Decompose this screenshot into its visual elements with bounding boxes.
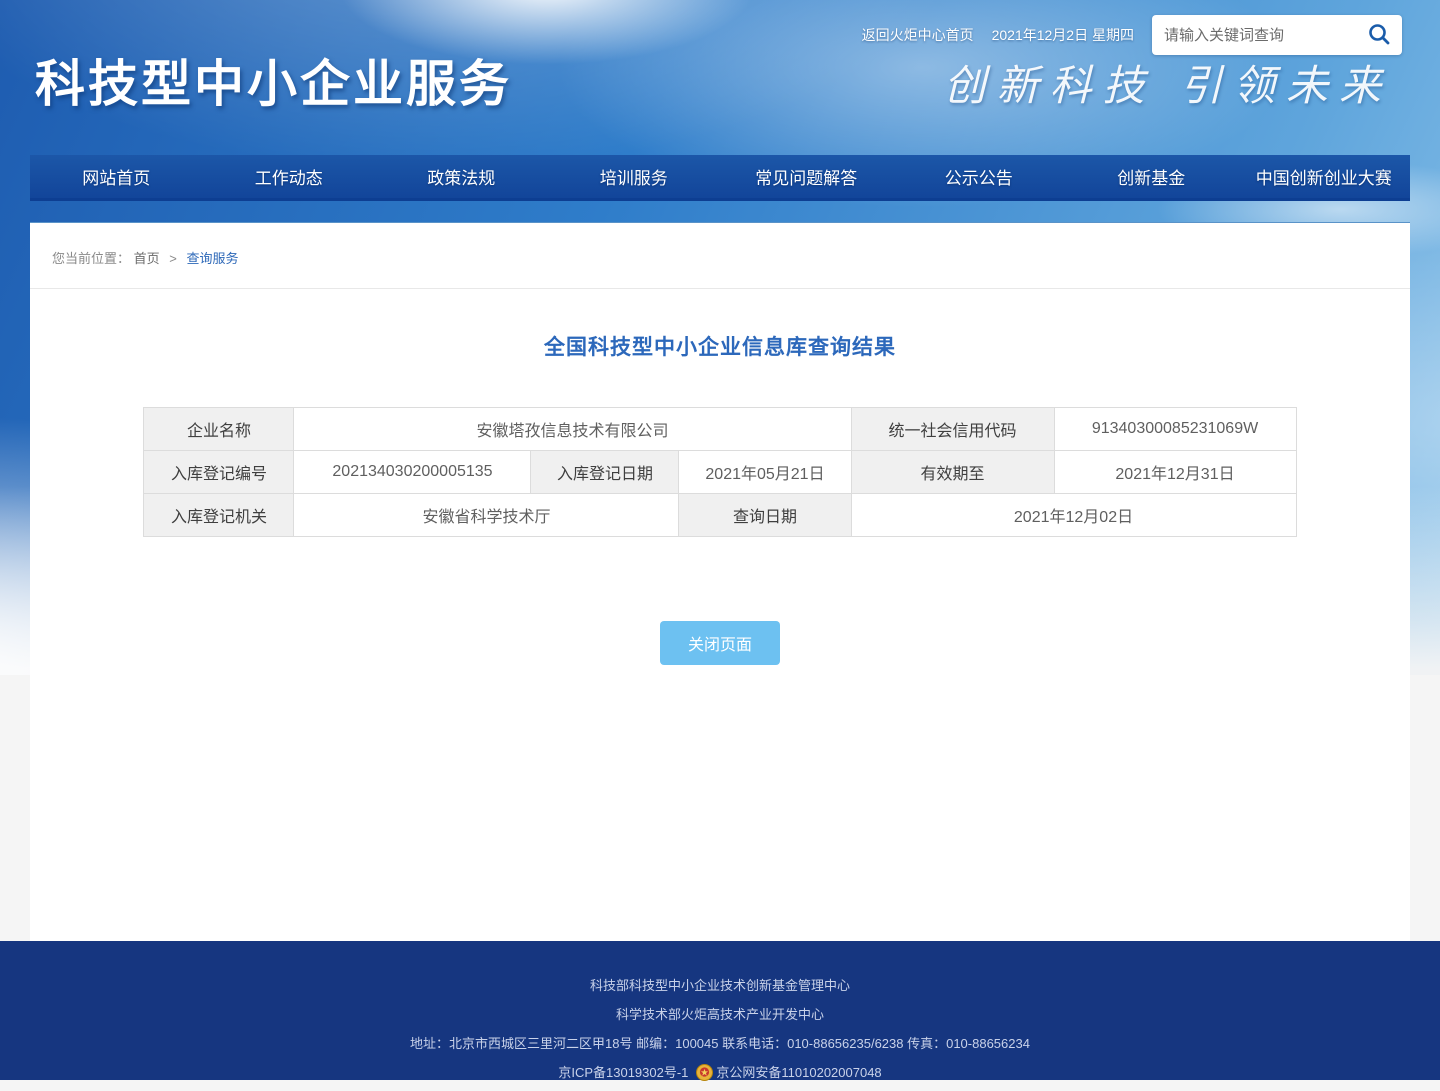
credit-code-label: 统一社会信用代码 xyxy=(851,408,1054,451)
nav-item-competition[interactable]: 中国创新创业大赛 xyxy=(1238,155,1411,198)
reg-number-label: 入库登记编号 xyxy=(144,451,294,494)
reg-date-value: 2021年05月21日 xyxy=(679,451,851,494)
search-box xyxy=(1152,15,1402,55)
table-row: 入库登记编号 202134030200005135 入库登记日期 2021年05… xyxy=(144,451,1296,494)
credit-code-value: 91340300085231069W xyxy=(1054,408,1296,451)
nav-item-home[interactable]: 网站首页 xyxy=(30,155,203,198)
top-bar: 返回火炬中心首页 2021年12月2日 星期四 xyxy=(862,14,1402,56)
reg-number-value: 202134030200005135 xyxy=(294,451,531,494)
reg-authority-label: 入库登记机关 xyxy=(144,494,294,537)
current-date: 2021年12月2日 星期四 xyxy=(992,25,1134,45)
footer-org-line2: 科学技术部火炬高技术产业开发中心 xyxy=(0,1000,1440,1029)
footer-contact-line: 地址：北京市西城区三里河二区甲18号 邮编：100045 联系电话：010-88… xyxy=(0,1029,1440,1058)
query-date-value: 2021年12月02日 xyxy=(851,494,1296,537)
valid-until-label: 有效期至 xyxy=(851,451,1054,494)
valid-until-value: 2021年12月31日 xyxy=(1054,451,1296,494)
police-record-link[interactable]: 京公网安备11010202007048 xyxy=(716,1065,881,1080)
content-panel: 您当前位置： 首页 > 查询服务 全国科技型中小企业信息库查询结果 企业名称 安… xyxy=(30,222,1410,941)
breadcrumb: 您当前位置： 首页 > 查询服务 xyxy=(30,223,1410,289)
reg-authority-value: 安徽省科学技术厅 xyxy=(294,494,679,537)
reg-date-label: 入库登记日期 xyxy=(531,451,679,494)
nav-item-innovation-fund[interactable]: 创新基金 xyxy=(1065,155,1238,198)
breadcrumb-home-link[interactable]: 首页 xyxy=(134,251,160,266)
nav-item-policies[interactable]: 政策法规 xyxy=(375,155,548,198)
close-page-button[interactable]: 关闭页面 xyxy=(660,621,780,665)
nav-item-training[interactable]: 培训服务 xyxy=(548,155,721,198)
icp-record-link[interactable]: 京ICP备13019302号-1 xyxy=(558,1065,688,1080)
breadcrumb-separator: > xyxy=(169,251,177,266)
site-logo: 科技型中小企业服务 xyxy=(35,44,512,116)
footer-record-line: 京ICP备13019302号-1 京公网安备11010202007048 xyxy=(0,1058,1440,1087)
page-footer: 科技部科技型中小企业技术创新基金管理中心 科学技术部火炬高技术产业开发中心 地址… xyxy=(0,941,1440,1080)
site-slogan: 创新科技 引领未来 xyxy=(944,52,1392,113)
button-row: 关闭页面 xyxy=(30,621,1410,665)
company-name-label: 企业名称 xyxy=(144,408,294,451)
search-icon xyxy=(1367,22,1391,49)
nav-item-faq[interactable]: 常见问题解答 xyxy=(720,155,893,198)
search-button[interactable] xyxy=(1364,20,1394,50)
breadcrumb-prefix: 您当前位置： xyxy=(52,251,130,266)
page-title: 全国科技型中小企业信息库查询结果 xyxy=(30,331,1410,361)
query-date-label: 查询日期 xyxy=(679,494,851,537)
query-result-table: 企业名称 安徽塔孜信息技术有限公司 统一社会信用代码 9134030008523… xyxy=(143,407,1296,537)
footer-org-line1: 科技部科技型中小企业技术创新基金管理中心 xyxy=(0,971,1440,1000)
search-input[interactable] xyxy=(1164,27,1364,44)
torch-center-home-link[interactable]: 返回火炬中心首页 xyxy=(862,25,974,45)
police-badge-icon xyxy=(696,1062,713,1079)
nav-item-work-news[interactable]: 工作动态 xyxy=(203,155,376,198)
table-row: 企业名称 安徽塔孜信息技术有限公司 统一社会信用代码 9134030008523… xyxy=(144,408,1296,451)
main-navigation: 网站首页 工作动态 政策法规 培训服务 常见问题解答 公示公告 创新基金 中国创… xyxy=(30,155,1410,201)
nav-item-announcements[interactable]: 公示公告 xyxy=(893,155,1066,198)
company-name-value: 安徽塔孜信息技术有限公司 xyxy=(294,408,851,451)
breadcrumb-current-link[interactable]: 查询服务 xyxy=(187,251,239,266)
table-row: 入库登记机关 安徽省科学技术厅 查询日期 2021年12月02日 xyxy=(144,494,1296,537)
